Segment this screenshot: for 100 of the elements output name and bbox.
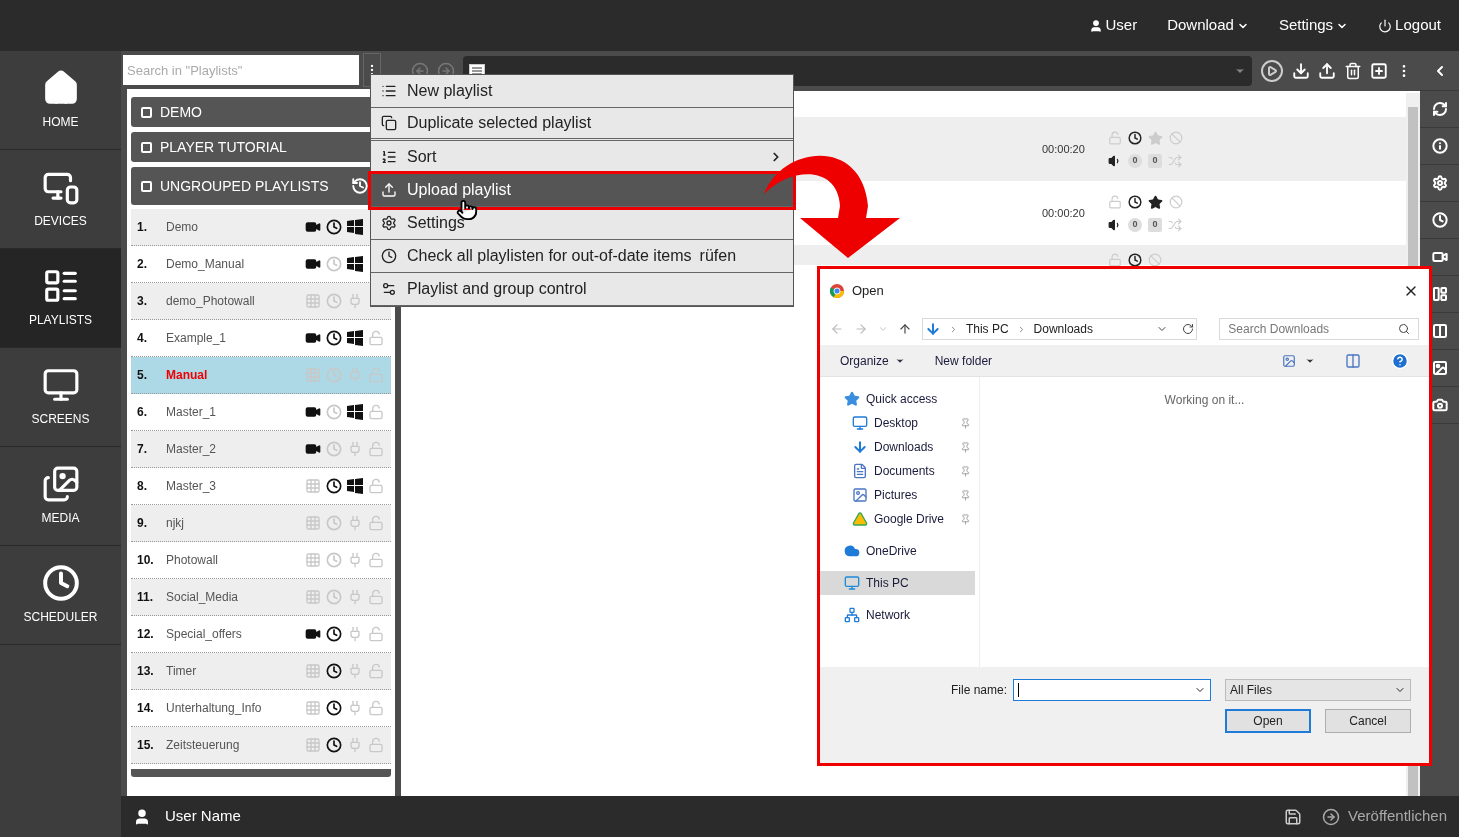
tree-item[interactable]: Downloads xyxy=(820,435,975,459)
file-name-field[interactable] xyxy=(1013,679,1211,701)
info-icon[interactable] xyxy=(1431,138,1448,154)
toolbar-button[interactable]: New folder xyxy=(934,351,993,370)
playlist-row[interactable]: 13. Timer xyxy=(131,653,391,690)
playlist-row[interactable]: 7. Master_2 xyxy=(131,431,391,468)
upload-icon[interactable] xyxy=(1318,62,1336,80)
dialog-button[interactable]: Cancel xyxy=(1325,709,1411,733)
menu-item[interactable]: Upload playlist xyxy=(371,174,793,207)
ordered-list-icon xyxy=(381,149,397,165)
checkbox[interactable] xyxy=(141,180,152,192)
cloud-icon xyxy=(844,543,860,559)
search-icon xyxy=(1398,323,1410,335)
count-badge: 0 xyxy=(1148,217,1162,232)
refresh-icon[interactable] xyxy=(1431,101,1448,117)
menu-item[interactable]: Check all playlisten for out-of-date items rüfen xyxy=(371,240,793,273)
columns-icon[interactable] xyxy=(1431,323,1448,339)
media-icon xyxy=(41,465,80,503)
desktop-icon xyxy=(852,415,868,431)
clock-icon xyxy=(1128,253,1142,267)
address-bar[interactable]: This PC Downloads xyxy=(921,318,1198,340)
search-field[interactable]: Search in "Playlists" xyxy=(123,55,359,85)
top-menu-item[interactable]: Download xyxy=(1167,14,1249,37)
video-icon[interactable] xyxy=(1431,249,1448,265)
pane-icon[interactable] xyxy=(1345,352,1361,369)
menu-item[interactable]: New playlist xyxy=(371,75,793,108)
clock-icon xyxy=(41,564,80,602)
clock-icon xyxy=(381,248,397,264)
settings-icon xyxy=(381,215,397,231)
tree-item[interactable]: Documents xyxy=(820,459,975,483)
breadcrumb[interactable]: Downloads xyxy=(1033,320,1093,338)
help-icon[interactable] xyxy=(1391,351,1409,370)
screen-icon xyxy=(41,366,80,404)
nav-item[interactable]: HOME xyxy=(0,51,121,150)
computer-icon xyxy=(844,575,860,591)
tree-item[interactable]: Network xyxy=(820,603,975,627)
user-icon xyxy=(1088,18,1103,33)
top-menu-item[interactable]: User xyxy=(1088,14,1138,37)
ban-icon xyxy=(1148,253,1162,267)
playlist-row[interactable]: 15. Zeitsteuerung xyxy=(131,727,391,764)
image-icon[interactable] xyxy=(1431,360,1448,376)
background-text: rüfen xyxy=(699,247,737,264)
download-icon[interactable] xyxy=(1292,62,1310,80)
count-badge: 0 xyxy=(1128,217,1142,232)
tree-item[interactable]: Desktop xyxy=(820,411,975,435)
top-menu-item[interactable]: Logout xyxy=(1378,14,1441,37)
ban-icon xyxy=(1169,131,1183,145)
user-name: User Name xyxy=(165,806,242,827)
toolbar-button[interactable]: Organize xyxy=(840,351,905,370)
playlist-row[interactable]: 9. njkj xyxy=(131,505,391,542)
checkbox[interactable] xyxy=(141,141,152,153)
status-text: Working on it... xyxy=(1164,392,1245,409)
settings-icon[interactable] xyxy=(1431,175,1448,191)
camera-icon[interactable] xyxy=(1431,397,1448,413)
clock-icon xyxy=(1128,195,1142,209)
trash-icon[interactable] xyxy=(1344,62,1362,80)
playlist-row[interactable]: 11. Social_Media xyxy=(131,579,391,616)
menu-item[interactable]: Duplicate selected playlist xyxy=(371,108,793,141)
play-icon[interactable] xyxy=(1260,59,1284,83)
lock-icon xyxy=(1108,253,1122,267)
playlist-row[interactable]: 5. Manual xyxy=(131,357,391,394)
gears-icon xyxy=(381,281,397,297)
star-icon xyxy=(844,391,860,407)
tree-item[interactable]: Pictures xyxy=(820,483,975,507)
count-badge: 0 xyxy=(1148,153,1162,168)
shuffle-icon xyxy=(1168,153,1182,168)
list-icon xyxy=(381,83,397,99)
drive-icon xyxy=(852,511,868,527)
publish-button[interactable]: Veröffentlichen xyxy=(1322,805,1447,828)
copy-icon xyxy=(381,115,397,131)
save-icon[interactable] xyxy=(1284,807,1303,826)
tree-item[interactable]: Quick access xyxy=(820,387,975,411)
nav-item[interactable]: PLAYLISTS xyxy=(0,249,121,348)
menu-item[interactable]: Playlist and group control xyxy=(371,273,793,306)
add-icon[interactable] xyxy=(1370,62,1388,80)
lock-icon xyxy=(1108,195,1122,209)
tree-item[interactable]: Google Drive xyxy=(820,507,975,531)
file-type-select[interactable]: All Files xyxy=(1225,679,1411,701)
user-icon xyxy=(133,807,151,826)
field-label: File name: xyxy=(950,682,1007,699)
search-field[interactable]: Search Downloads xyxy=(1219,318,1419,340)
dialog-button[interactable]: Open xyxy=(1225,709,1311,733)
upload-icon xyxy=(381,182,397,198)
top-menu-item[interactable]: Settings xyxy=(1278,14,1349,37)
breadcrumb[interactable]: This PC xyxy=(965,320,1009,338)
shuffle-icon xyxy=(1168,217,1182,232)
layout-icon[interactable] xyxy=(1431,286,1448,302)
tree-item[interactable]: OneDrive xyxy=(820,539,975,563)
refresh-icon[interactable] xyxy=(1182,323,1195,335)
tree-item[interactable]: This PC xyxy=(820,571,975,595)
document-icon xyxy=(852,463,868,479)
clock-icon xyxy=(1128,131,1142,145)
dialog-title: Open xyxy=(852,282,885,301)
star-icon[interactable] xyxy=(1148,194,1163,210)
up-icon[interactable] xyxy=(897,322,912,336)
playlist-row[interactable]: 3. demo_Photowall xyxy=(131,283,391,320)
clock-icon[interactable] xyxy=(1431,212,1448,228)
network-icon xyxy=(844,607,860,623)
checkbox[interactable] xyxy=(141,106,152,118)
view-icon[interactable] xyxy=(1281,353,1297,368)
